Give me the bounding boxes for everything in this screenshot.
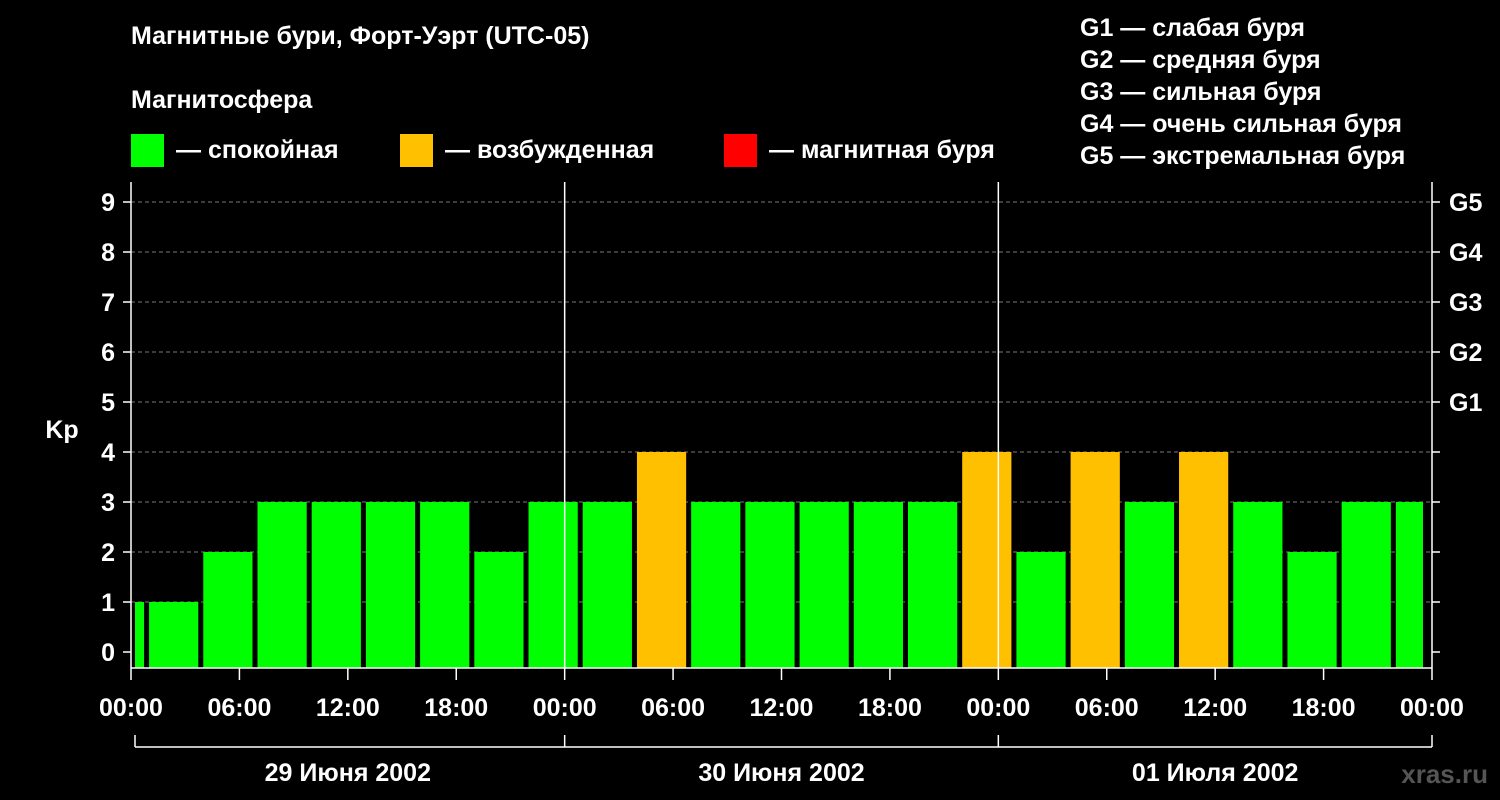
y-tick-label: 8 [101, 239, 115, 267]
kp-bar [962, 452, 1012, 668]
kp-bar-chart: 0 1 2 3 4 5 6 7 8 9 G1 G2 G3 G4 G5 Kp 00:00 06:00 12:00 18:… [45, 182, 1482, 787]
g-level-tick-label: G3 [1449, 289, 1482, 317]
x-tick-label: 12:00 [316, 694, 380, 722]
y-tick-label: 0 [101, 639, 115, 667]
day-label: 29 Июня 2002 [265, 759, 431, 787]
kp-bar [907, 502, 958, 668]
kp-bar [257, 502, 307, 668]
kp-bar [135, 602, 145, 668]
x-tick-label: 06:00 [1075, 694, 1139, 722]
y-tick-label: 7 [101, 289, 115, 317]
y-tick-label: 5 [101, 389, 115, 417]
x-tick-label: 12:00 [1183, 694, 1247, 722]
x-tick-label: 18:00 [1292, 694, 1356, 722]
y-axis-label: Kp [45, 416, 78, 444]
x-tick-label: 12:00 [750, 694, 814, 722]
y-tick-label: 9 [101, 189, 115, 217]
kp-bar [582, 502, 632, 668]
x-tick-label: 00:00 [533, 694, 597, 722]
kp-bar [203, 552, 253, 668]
kp-bar [149, 602, 199, 668]
kp-bar [745, 502, 795, 668]
g-level-tick-label: G5 [1449, 189, 1482, 217]
y-tick-label: 4 [101, 439, 115, 467]
day-label: 30 Июня 2002 [698, 759, 864, 787]
g-level-tick-label: G1 [1449, 389, 1482, 417]
g-level-tick-label: G2 [1449, 339, 1482, 367]
kp-bar [365, 502, 416, 668]
kp-bar [1287, 552, 1337, 668]
x-tick-label: 00:00 [966, 694, 1030, 722]
kp-bar [1341, 502, 1391, 668]
kp-bar [1233, 502, 1283, 668]
day-label: 01 Июля 2002 [1132, 759, 1298, 787]
x-tick-label: 06:00 [641, 694, 705, 722]
kp-bar [1179, 452, 1229, 668]
x-tick-label: 00:00 [1400, 694, 1464, 722]
kp-bar [1124, 502, 1175, 668]
kp-bar [636, 452, 687, 668]
watermark: xras.ru [1401, 759, 1488, 789]
kp-bar [474, 552, 524, 668]
kp-bar [1070, 452, 1120, 668]
y-tick-label: 3 [101, 489, 115, 517]
x-tick-label: 00:00 [99, 694, 163, 722]
kp-bar [799, 502, 849, 668]
kp-bar [420, 502, 470, 668]
kp-bar [311, 502, 361, 668]
g-level-tick-label: G4 [1449, 239, 1482, 267]
y-tick-label: 6 [101, 339, 115, 367]
x-tick-label: 18:00 [858, 694, 922, 722]
kp-bar [1016, 552, 1066, 668]
kp-bar [1395, 502, 1423, 668]
kp-bar [528, 502, 578, 668]
kp-bar [853, 502, 903, 668]
y-tick-label: 2 [101, 539, 115, 567]
kp-bar [691, 502, 741, 668]
x-tick-label: 18:00 [424, 694, 488, 722]
x-tick-label: 06:00 [207, 694, 271, 722]
y-tick-label: 1 [101, 589, 115, 617]
